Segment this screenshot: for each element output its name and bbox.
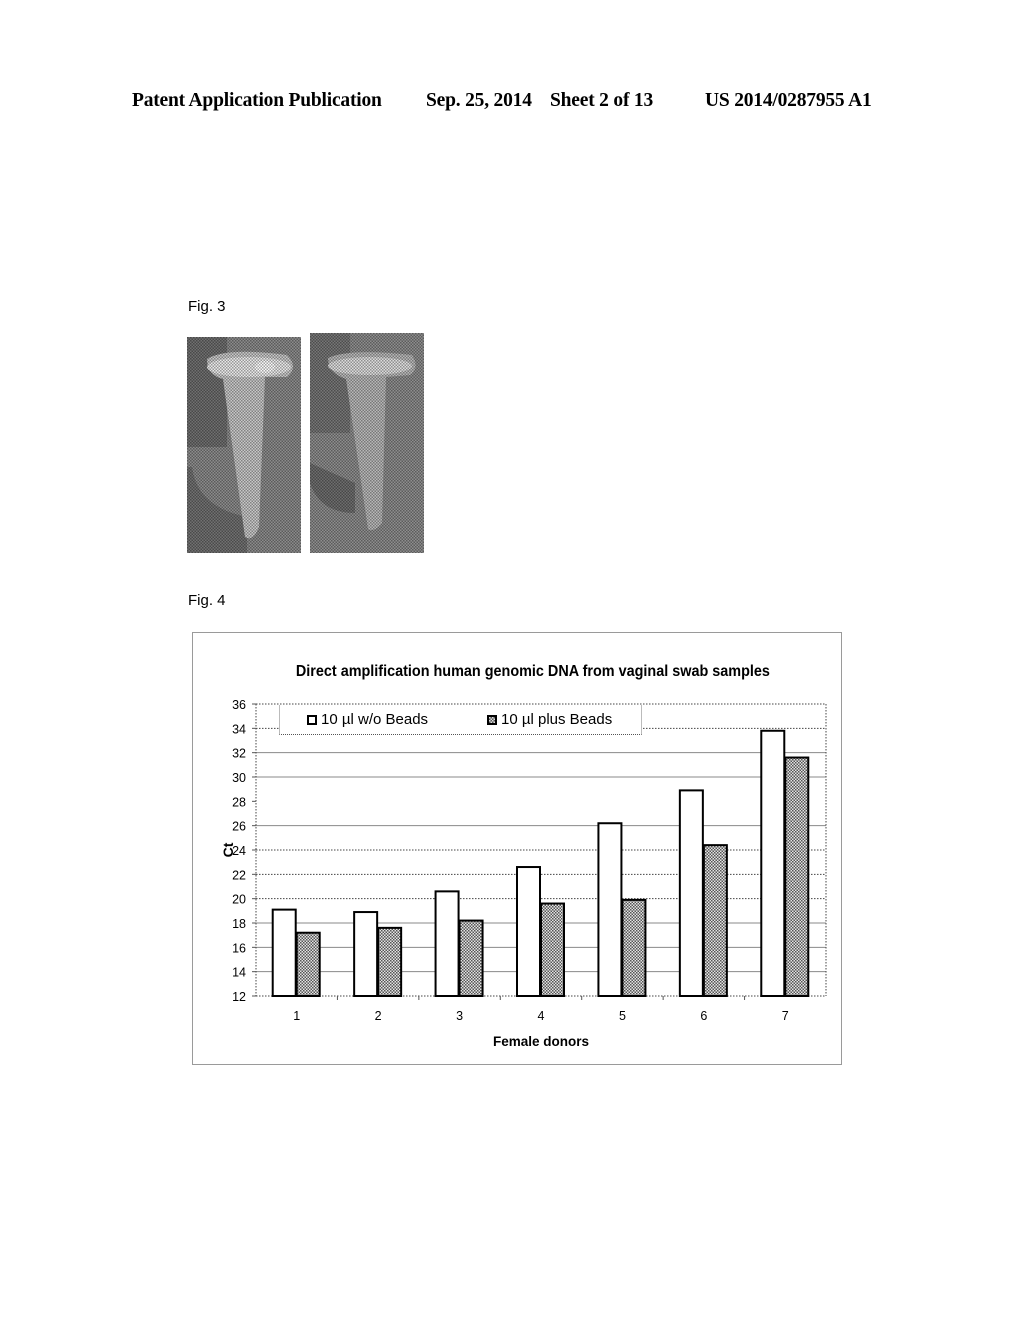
bar-plus-beads-donor-7 (784, 756, 810, 997)
bar-without-beads-donor-5 (597, 822, 623, 997)
y-tick-label-12: 12 (232, 990, 246, 1004)
x-tick-label-3: 3 (456, 1009, 463, 1023)
bar-without-beads-donor-6 (678, 789, 704, 998)
x-tick-label-2: 2 (375, 1009, 382, 1023)
bar-plus-beads-donor-2 (377, 926, 403, 997)
legend-label-plus-beads: 10 µl plus Beads (501, 711, 613, 728)
legend-item-without-beads: 10 µl w/o Beads (307, 711, 428, 728)
x-axis-label: Female donors (493, 1034, 589, 1049)
y-tick-label-20: 20 (232, 893, 246, 907)
y-tick-label-34: 34 (232, 722, 246, 736)
bar-plus-beads-donor-1 (295, 931, 321, 998)
x-tick-label-5: 5 (619, 1009, 626, 1023)
y-tick-label-26: 26 (232, 820, 246, 834)
y-tick-label-36: 36 (232, 698, 246, 712)
legend-swatch-hatched (487, 714, 497, 725)
chart-legend: 10 µl w/o Beads 10 µl plus Beads (279, 705, 642, 735)
y-tick-label-32: 32 (232, 747, 246, 761)
bar-without-beads-donor-4 (516, 866, 541, 997)
legend-swatch-white (307, 714, 317, 725)
y-tick-label-30: 30 (232, 771, 246, 785)
y-tick-label-22: 22 (232, 868, 246, 882)
bar-plus-beads-donor-5 (621, 898, 647, 998)
bar-without-beads-donor-1 (271, 908, 297, 997)
y-tick-label-28: 28 (232, 795, 246, 809)
bar-chart: Direct amplification human genomic DNA f… (220, 663, 827, 1049)
y-tick-label-14: 14 (232, 966, 246, 980)
x-tick-label-4: 4 (538, 1009, 545, 1023)
x-axis-ticks: 1 2 3 4 5 6 7 (293, 996, 789, 1023)
x-tick-label-6: 6 (700, 1009, 707, 1023)
legend-item-plus-beads: 10 µl plus Beads (487, 711, 612, 728)
bar-without-beads-donor-7 (760, 729, 786, 997)
bar-plus-beads-donor-3 (458, 919, 484, 997)
bar-plus-beads-donor-4 (540, 902, 565, 997)
y-tick-label-16: 16 (232, 941, 246, 955)
y-axis-label: Ct (220, 842, 236, 857)
bar-without-beads-donor-3 (434, 890, 460, 997)
x-tick-label-7: 7 (782, 1009, 789, 1023)
bars (271, 729, 810, 998)
bar-plus-beads-donor-6 (702, 844, 728, 998)
chart-title: Direct amplification human genomic DNA f… (296, 663, 770, 681)
x-tick-label-1: 1 (293, 1009, 300, 1023)
y-tick-label-18: 18 (232, 917, 246, 931)
legend-label-without-beads: 10 µl w/o Beads (321, 711, 429, 728)
bar-without-beads-donor-2 (353, 911, 379, 997)
